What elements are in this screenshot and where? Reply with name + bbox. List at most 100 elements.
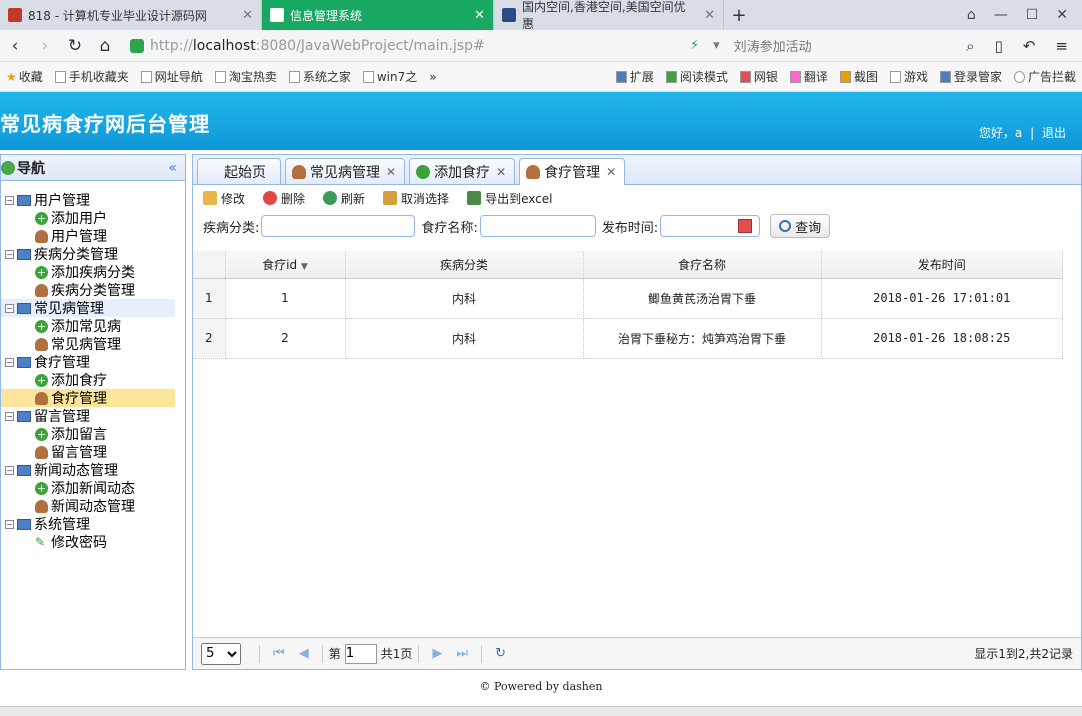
browser-tab-2[interactable]: 信息管理系统 ✕ — [262, 0, 494, 30]
table-row[interactable]: 2 2 内科 治胃下垂秘方：炖笋鸡治胃下垂 2018-01-26 18:08:2… — [193, 318, 1063, 359]
nav-item[interactable]: 新闻动态管理 — [1, 497, 185, 515]
collapse-toggle-icon[interactable]: − — [5, 411, 14, 421]
bookmark-item[interactable]: 手机收藏夹 — [49, 68, 135, 85]
nav-item[interactable]: 用户管理 — [1, 227, 185, 245]
nav-item[interactable]: + 添加疾病分类 — [1, 263, 185, 281]
nav-group[interactable]: − 新闻动态管理 — [1, 461, 185, 479]
column-header[interactable]: 发布时间 — [821, 251, 1063, 279]
page-number-input[interactable] — [344, 643, 377, 664]
nav-group[interactable]: − 留言管理 — [1, 407, 185, 425]
next-page-icon[interactable]: ▶ — [432, 646, 442, 661]
nav-group[interactable]: − 食疗管理 — [1, 353, 185, 371]
collapse-toggle-icon[interactable]: − — [5, 357, 14, 367]
nav-item[interactable]: + 添加常见病 — [1, 317, 185, 335]
category-input[interactable] — [261, 215, 416, 237]
nav-item[interactable]: 留言管理 — [1, 443, 185, 461]
table-row[interactable]: 1 1 内科 鲫鱼黄芪汤治胃下垂 2018-01-26 17:01:01 — [193, 278, 1063, 319]
nav-item[interactable]: + 添加新闻动态 — [1, 479, 185, 497]
undo-icon[interactable]: ↶ — [1023, 37, 1036, 55]
collapse-icon[interactable]: « — [168, 160, 185, 176]
browser-tab-1[interactable]: 818 - 计算机专业毕业设计源码网 ✕ — [0, 0, 262, 30]
tab-diet-manage[interactable]: 食疗管理 ✕ — [519, 158, 626, 185]
last-page-icon[interactable]: ⏭ — [456, 646, 468, 661]
nav-item[interactable]: ✎ 修改密码 — [1, 533, 185, 551]
collapse-toggle-icon[interactable]: − — [5, 465, 14, 475]
logout-link[interactable]: 退出 — [1042, 126, 1066, 140]
nav-group[interactable]: − 疾病分类管理 — [1, 245, 185, 263]
query-button[interactable]: 查询 — [770, 214, 831, 238]
forward-icon[interactable]: › — [30, 36, 60, 56]
more-bookmarks-icon[interactable]: » — [423, 70, 442, 84]
accelerate-icon[interactable]: ⚡ — [690, 38, 699, 53]
calendar-icon[interactable] — [738, 219, 753, 233]
close-icon[interactable]: ✕ — [386, 165, 396, 179]
export-excel-button[interactable]: 导出到excel — [467, 190, 552, 207]
column-header[interactable]: 食疗名称 — [583, 251, 822, 279]
bookmark-item[interactable]: 淘宝热卖 — [209, 68, 283, 85]
tab-home[interactable]: 起始页 — [197, 158, 281, 184]
extension-item[interactable]: 游戏 — [884, 68, 934, 85]
close-icon[interactable]: ✕ — [696, 8, 715, 23]
prev-page-icon[interactable]: ◀ — [299, 646, 309, 661]
collapse-toggle-icon[interactable]: − — [5, 195, 14, 205]
nav-group[interactable]: − 常见病管理 — [1, 299, 175, 317]
promo-text[interactable]: 刘涛参加活动 — [734, 36, 812, 55]
tab-add-diet[interactable]: 添加食疗 ✕ — [409, 158, 516, 184]
browser-tab-3[interactable]: 国内空间,香港空间,美国空间优惠 ✕ — [494, 0, 724, 31]
new-tab-button[interactable]: + — [724, 0, 754, 30]
url-input[interactable]: http:// localhost :8080/JavaWebProject/m… — [130, 34, 630, 58]
first-page-icon[interactable]: ⏮ — [273, 646, 285, 661]
extension-icon — [615, 70, 627, 83]
close-icon[interactable]: ✕ — [466, 8, 485, 23]
close-window-icon[interactable]: ✕ — [1056, 7, 1068, 23]
skin-icon[interactable]: ⌂ — [967, 7, 976, 23]
back-icon[interactable]: ‹ — [0, 36, 30, 56]
cancel-select-button[interactable]: 取消选择 — [383, 190, 449, 207]
bookmark-item[interactable]: 系统之家 — [283, 68, 357, 85]
reload-page-icon[interactable]: ↻ — [495, 646, 506, 661]
column-header[interactable]: 食疗id ▼ — [225, 251, 346, 279]
nav-item[interactable]: 常见病管理 — [1, 335, 185, 353]
bookmark-item[interactable]: ★ 收藏 — [0, 68, 49, 85]
tab-disease-manage[interactable]: 常见病管理 ✕ — [285, 158, 406, 184]
home-icon[interactable]: ⌂ — [90, 36, 120, 56]
close-icon[interactable]: ✕ — [496, 165, 506, 179]
nav-item[interactable]: + 添加用户 — [1, 209, 185, 227]
column-header[interactable]: 疾病分类 — [345, 251, 584, 279]
extension-item[interactable]: 翻译 — [784, 68, 834, 85]
collapse-toggle-icon[interactable]: − — [5, 303, 14, 313]
extension-item[interactable]: 广告拦截 — [1008, 68, 1082, 85]
bookmark-item[interactable]: win7之 — [357, 68, 423, 85]
edit-button[interactable]: 修改 — [203, 190, 245, 207]
nav-group[interactable]: − 系统管理 — [1, 515, 185, 533]
extension-item[interactable]: 登录管家 — [934, 68, 1008, 85]
nav-item[interactable]: 疾病分类管理 — [1, 281, 185, 299]
nav-item-label: 常见病管理 — [51, 337, 121, 353]
extension-item[interactable]: 阅读模式 — [660, 68, 734, 85]
dropdown-chevron-icon[interactable]: ▾ — [713, 38, 720, 53]
nav-item[interactable]: + 添加食疗 — [1, 371, 185, 389]
refresh-button[interactable]: 刷新 — [323, 190, 365, 207]
diet-name-input[interactable] — [479, 215, 596, 237]
close-icon[interactable]: ✕ — [234, 8, 253, 23]
bookmark-item[interactable]: 网址导航 — [135, 68, 209, 85]
maximize-icon[interactable]: ☐ — [1026, 7, 1039, 23]
diet-name-cell: 鲫鱼黄芪汤治胃下垂 — [583, 278, 822, 319]
extension-item[interactable]: 网银 — [734, 68, 784, 85]
delete-button[interactable]: 删除 — [263, 190, 305, 207]
menu-icon[interactable]: ≡ — [1055, 37, 1068, 55]
footer-copyright: © Powered by dashen — [479, 680, 603, 693]
nav-group[interactable]: − 用户管理 — [1, 191, 185, 209]
close-icon[interactable]: ✕ — [606, 165, 616, 179]
search-icon[interactable]: ⌕ — [966, 37, 974, 55]
reload-icon[interactable]: ↻ — [60, 36, 90, 56]
nav-item[interactable]: + 添加留言 — [1, 425, 185, 443]
phone-icon[interactable]: ▯ — [995, 37, 1003, 55]
minimize-icon[interactable]: — — [994, 7, 1008, 23]
collapse-toggle-icon[interactable]: − — [5, 519, 14, 529]
collapse-toggle-icon[interactable]: − — [5, 249, 14, 259]
extension-item[interactable]: 截图 — [834, 68, 884, 85]
page-size-select[interactable]: 5 — [201, 642, 241, 665]
nav-item[interactable]: 食疗管理 — [1, 389, 175, 407]
extension-item[interactable]: 扩展 — [610, 68, 660, 85]
